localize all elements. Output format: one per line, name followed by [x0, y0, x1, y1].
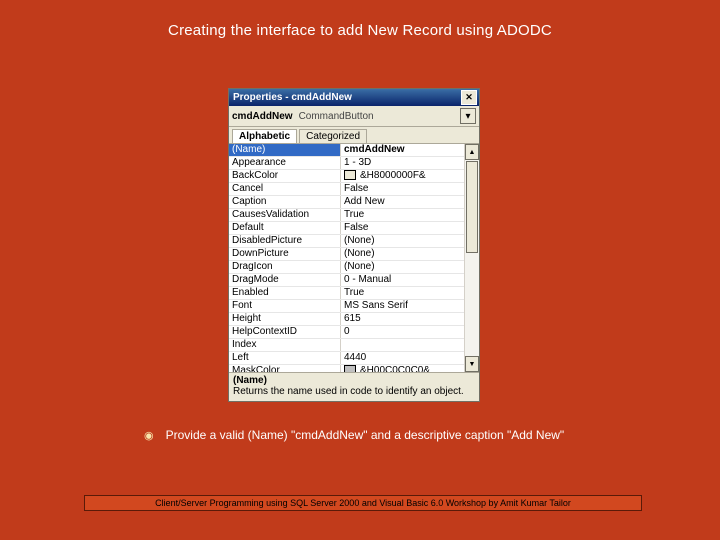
property-value[interactable]: False: [341, 183, 479, 195]
property-name: DisabledPicture: [229, 235, 341, 247]
property-row[interactable]: (Name)cmdAddNew: [229, 144, 479, 157]
slide-title: Creating the interface to add New Record…: [0, 22, 720, 39]
property-row[interactable]: DefaultFalse: [229, 222, 479, 235]
property-value[interactable]: 0: [341, 326, 479, 338]
property-value[interactable]: MS Sans Serif: [341, 300, 479, 312]
description-text: Returns the name used in code to identif…: [233, 386, 475, 397]
property-name: Height: [229, 313, 341, 325]
property-name: MaskColor: [229, 365, 341, 372]
property-name: BackColor: [229, 170, 341, 182]
window-titlebar[interactable]: Properties - cmdAddNew ✕: [229, 89, 479, 106]
property-name: DownPicture: [229, 248, 341, 260]
property-value[interactable]: 0 - Manual: [341, 274, 479, 286]
property-value[interactable]: False: [341, 222, 479, 234]
property-row[interactable]: DragMode0 - Manual: [229, 274, 479, 287]
color-swatch: [344, 365, 356, 372]
property-row[interactable]: DragIcon(None): [229, 261, 479, 274]
property-value[interactable]: True: [341, 287, 479, 299]
property-row[interactable]: CausesValidationTrue: [229, 209, 479, 222]
scroll-down-icon[interactable]: ▼: [465, 356, 479, 372]
property-value[interactable]: 4440: [341, 352, 479, 364]
property-name: Appearance: [229, 157, 341, 169]
property-name: Index: [229, 339, 341, 351]
object-name: cmdAddNew: [232, 111, 293, 122]
property-row[interactable]: DownPicture(None): [229, 248, 479, 261]
object-class: CommandButton: [299, 111, 374, 122]
property-row[interactable]: Appearance1 - 3D: [229, 157, 479, 170]
property-value[interactable]: &H00C0C0C0&: [341, 365, 479, 372]
slide-footer: Client/Server Programming using SQL Serv…: [84, 495, 642, 511]
property-value[interactable]: 615: [341, 313, 479, 325]
close-icon[interactable]: ✕: [461, 90, 477, 105]
properties-window: Properties - cmdAddNew ✕ cmdAddNew Comma…: [228, 88, 480, 402]
property-name: HelpContextID: [229, 326, 341, 338]
property-value[interactable]: &H8000000F&: [341, 170, 479, 182]
object-selector[interactable]: cmdAddNew CommandButton ▾: [229, 106, 479, 127]
scroll-thumb[interactable]: [466, 161, 478, 253]
property-row[interactable]: Height615: [229, 313, 479, 326]
property-row[interactable]: Index: [229, 339, 479, 352]
property-value[interactable]: (None): [341, 261, 479, 273]
property-value[interactable]: (None): [341, 235, 479, 247]
tab-alphabetic[interactable]: Alphabetic: [232, 129, 297, 143]
property-name: (Name): [229, 144, 341, 156]
property-value[interactable]: [341, 339, 479, 351]
property-value[interactable]: 1 - 3D: [341, 157, 479, 169]
scroll-track[interactable]: [465, 160, 479, 356]
property-value[interactable]: True: [341, 209, 479, 221]
property-name: Font: [229, 300, 341, 312]
property-name: Cancel: [229, 183, 341, 195]
tab-categorized[interactable]: Categorized: [299, 129, 367, 143]
property-row[interactable]: BackColor&H8000000F&: [229, 170, 479, 183]
property-row[interactable]: CancelFalse: [229, 183, 479, 196]
property-value[interactable]: Add New: [341, 196, 479, 208]
property-value[interactable]: cmdAddNew: [341, 144, 479, 156]
property-name: Left: [229, 352, 341, 364]
property-name: Caption: [229, 196, 341, 208]
vertical-scrollbar[interactable]: ▲ ▼: [464, 144, 479, 372]
property-row[interactable]: FontMS Sans Serif: [229, 300, 479, 313]
window-title: Properties - cmdAddNew: [233, 92, 352, 103]
property-grid[interactable]: (Name)cmdAddNewAppearance1 - 3DBackColor…: [229, 144, 479, 372]
property-row[interactable]: EnabledTrue: [229, 287, 479, 300]
slide-bullet: ◉ Provide a valid (Name) "cmdAddNew" and…: [144, 428, 564, 442]
chevron-down-icon[interactable]: ▾: [460, 108, 476, 124]
property-name: Default: [229, 222, 341, 234]
description-pane: (Name) Returns the name used in code to …: [229, 372, 479, 401]
scroll-up-icon[interactable]: ▲: [465, 144, 479, 160]
property-row[interactable]: Left4440: [229, 352, 479, 365]
property-name: DragIcon: [229, 261, 341, 273]
property-row[interactable]: DisabledPicture(None): [229, 235, 479, 248]
property-value[interactable]: (None): [341, 248, 479, 260]
bullet-icon: ◉: [144, 429, 154, 442]
property-row[interactable]: MaskColor&H00C0C0C0&: [229, 365, 479, 372]
color-swatch: [344, 170, 356, 180]
property-row[interactable]: HelpContextID0: [229, 326, 479, 339]
property-row[interactable]: CaptionAdd New: [229, 196, 479, 209]
bullet-text: Provide a valid (Name) "cmdAddNew" and a…: [166, 428, 565, 442]
property-name: CausesValidation: [229, 209, 341, 221]
description-title: (Name): [233, 375, 267, 386]
property-name: DragMode: [229, 274, 341, 286]
property-name: Enabled: [229, 287, 341, 299]
tab-strip: Alphabetic Categorized: [229, 127, 479, 144]
